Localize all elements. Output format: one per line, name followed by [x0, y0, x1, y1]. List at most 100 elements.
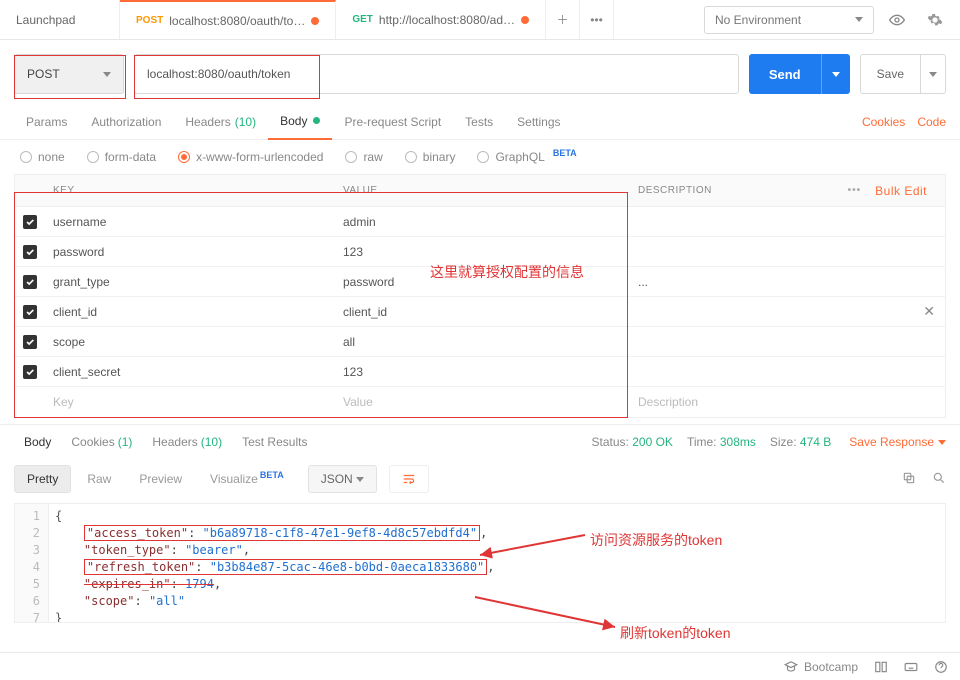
- method-label: POST: [27, 67, 60, 81]
- tab-headers[interactable]: Headers(10): [173, 104, 268, 140]
- send-button[interactable]: Send: [749, 54, 850, 94]
- table-row[interactable]: client_idclient_id ✕: [15, 297, 945, 327]
- search-response-button[interactable]: [932, 471, 946, 488]
- cookies-link[interactable]: Cookies: [862, 115, 905, 129]
- radio-icon: [405, 151, 417, 163]
- table-row[interactable]: scopeall: [15, 327, 945, 357]
- size-meta: Size: 474 B: [770, 435, 831, 449]
- arrow-icon: [470, 592, 620, 632]
- checkbox[interactable]: [23, 275, 37, 289]
- help-icon: [934, 660, 948, 674]
- url-input[interactable]: localhost:8080/oauth/token: [134, 54, 739, 94]
- tab-tests[interactable]: Tests: [453, 104, 505, 140]
- cell-key[interactable]: client_secret: [45, 365, 335, 379]
- format-select[interactable]: JSON: [308, 465, 377, 493]
- add-tab-button[interactable]: ＋: [546, 0, 580, 39]
- cell-value[interactable]: 123: [335, 245, 630, 259]
- tab-strip: Launchpad POST localhost:8080/oauth/to… …: [0, 0, 694, 39]
- arrow-icon: [475, 530, 595, 560]
- view-visualize[interactable]: VisualizeBETA: [198, 465, 296, 493]
- cell-key[interactable]: username: [45, 215, 335, 229]
- bootcamp-button[interactable]: Bootcamp: [784, 660, 858, 674]
- wrap-icon: [402, 472, 416, 486]
- response-tab-body[interactable]: Body: [14, 435, 61, 449]
- response-tab-cookies[interactable]: Cookies(1): [61, 435, 142, 449]
- cell-value[interactable]: client_id: [335, 305, 630, 319]
- cell-key[interactable]: Key: [45, 395, 335, 409]
- tab-body[interactable]: Body: [268, 104, 332, 140]
- method-badge: POST: [136, 15, 163, 26]
- panels-button[interactable]: [874, 660, 888, 674]
- checkbox[interactable]: [23, 215, 37, 229]
- radio-icon: [20, 151, 32, 163]
- cell-value[interactable]: all: [335, 335, 630, 349]
- body-type-radios: none form-data x-www-form-urlencoded raw…: [0, 140, 960, 174]
- code-link[interactable]: Code: [917, 115, 946, 129]
- send-split[interactable]: [821, 54, 850, 94]
- save-button[interactable]: Save: [860, 54, 946, 94]
- wrap-lines-button[interactable]: [389, 465, 429, 493]
- response-tab-testresults[interactable]: Test Results: [232, 435, 317, 449]
- copy-response-button[interactable]: [902, 471, 916, 488]
- cell-value[interactable]: admin: [335, 215, 630, 229]
- radio-graphql[interactable]: GraphQLBETA: [477, 150, 576, 164]
- view-pretty[interactable]: Pretty: [14, 465, 71, 493]
- radio-urlencoded[interactable]: x-www-form-urlencoded: [178, 150, 323, 164]
- radio-none[interactable]: none: [20, 150, 65, 164]
- cell-key[interactable]: grant_type: [45, 275, 335, 289]
- tab-params[interactable]: Params: [14, 104, 79, 140]
- delete-row-button[interactable]: ✕: [923, 303, 935, 320]
- response-tab-headers[interactable]: Headers(10): [142, 435, 232, 449]
- checkbox[interactable]: [23, 245, 37, 259]
- chevron-down-icon: [103, 72, 111, 77]
- environment-select[interactable]: No Environment: [704, 6, 874, 34]
- cell-value[interactable]: Value: [335, 395, 630, 409]
- environment-label: No Environment: [715, 13, 801, 27]
- cell-key[interactable]: client_id: [45, 305, 335, 319]
- save-split[interactable]: [920, 55, 945, 93]
- tab-request-1[interactable]: POST localhost:8080/oauth/to…: [120, 0, 336, 39]
- bulk-edit-link[interactable]: Bulk Edit: [875, 184, 927, 198]
- modified-dot-icon: [313, 117, 320, 124]
- radio-raw[interactable]: raw: [345, 150, 382, 164]
- save-label: Save: [861, 55, 920, 93]
- cell-description[interactable]: ...: [630, 275, 945, 289]
- checkbox[interactable]: [23, 335, 37, 349]
- help-button[interactable]: [934, 660, 948, 674]
- table-row[interactable]: usernameadmin: [15, 207, 945, 237]
- copy-icon: [902, 471, 916, 485]
- url-text: localhost:8080/oauth/token: [147, 67, 290, 81]
- tab-prerequest[interactable]: Pre-request Script: [332, 104, 453, 140]
- method-select[interactable]: POST: [14, 54, 124, 94]
- radio-binary[interactable]: binary: [405, 150, 456, 164]
- radio-formdata[interactable]: form-data: [87, 150, 156, 164]
- search-icon: [932, 471, 946, 485]
- radio-icon: [87, 151, 99, 163]
- checkbox[interactable]: [23, 305, 37, 319]
- cell-key[interactable]: scope: [45, 335, 335, 349]
- keyboard-icon: [904, 660, 918, 674]
- settings-button[interactable]: [920, 6, 950, 34]
- view-raw[interactable]: Raw: [75, 465, 123, 493]
- chevron-down-icon: [929, 72, 937, 77]
- table-head: KEY VALUE DESCRIPTION ••• Bulk Edit: [15, 175, 945, 207]
- tab-settings[interactable]: Settings: [505, 104, 572, 140]
- environment-preview-button[interactable]: [882, 6, 912, 34]
- tab-launchpad[interactable]: Launchpad: [0, 0, 120, 39]
- cell-description[interactable]: Description: [630, 395, 945, 409]
- tab-request-2[interactable]: GET http://localhost:8080/ad…: [336, 0, 546, 39]
- cell-key[interactable]: password: [45, 245, 335, 259]
- checkbox[interactable]: [23, 365, 37, 379]
- table-row[interactable]: client_secret123: [15, 357, 945, 387]
- tab-overflow-button[interactable]: •••: [580, 0, 614, 39]
- tab-authorization[interactable]: Authorization: [79, 104, 173, 140]
- save-response-button[interactable]: Save Response: [849, 435, 946, 449]
- columns-menu-button[interactable]: •••: [848, 185, 862, 196]
- cell-value[interactable]: 123: [335, 365, 630, 379]
- tab-label: localhost:8080/oauth/to…: [169, 14, 305, 28]
- table-row-new[interactable]: KeyValueDescription: [15, 387, 945, 417]
- view-preview[interactable]: Preview: [127, 465, 194, 493]
- shortcuts-button[interactable]: [904, 660, 918, 674]
- annotation-text: 刷新token的token: [620, 623, 731, 643]
- radio-icon: [477, 151, 489, 163]
